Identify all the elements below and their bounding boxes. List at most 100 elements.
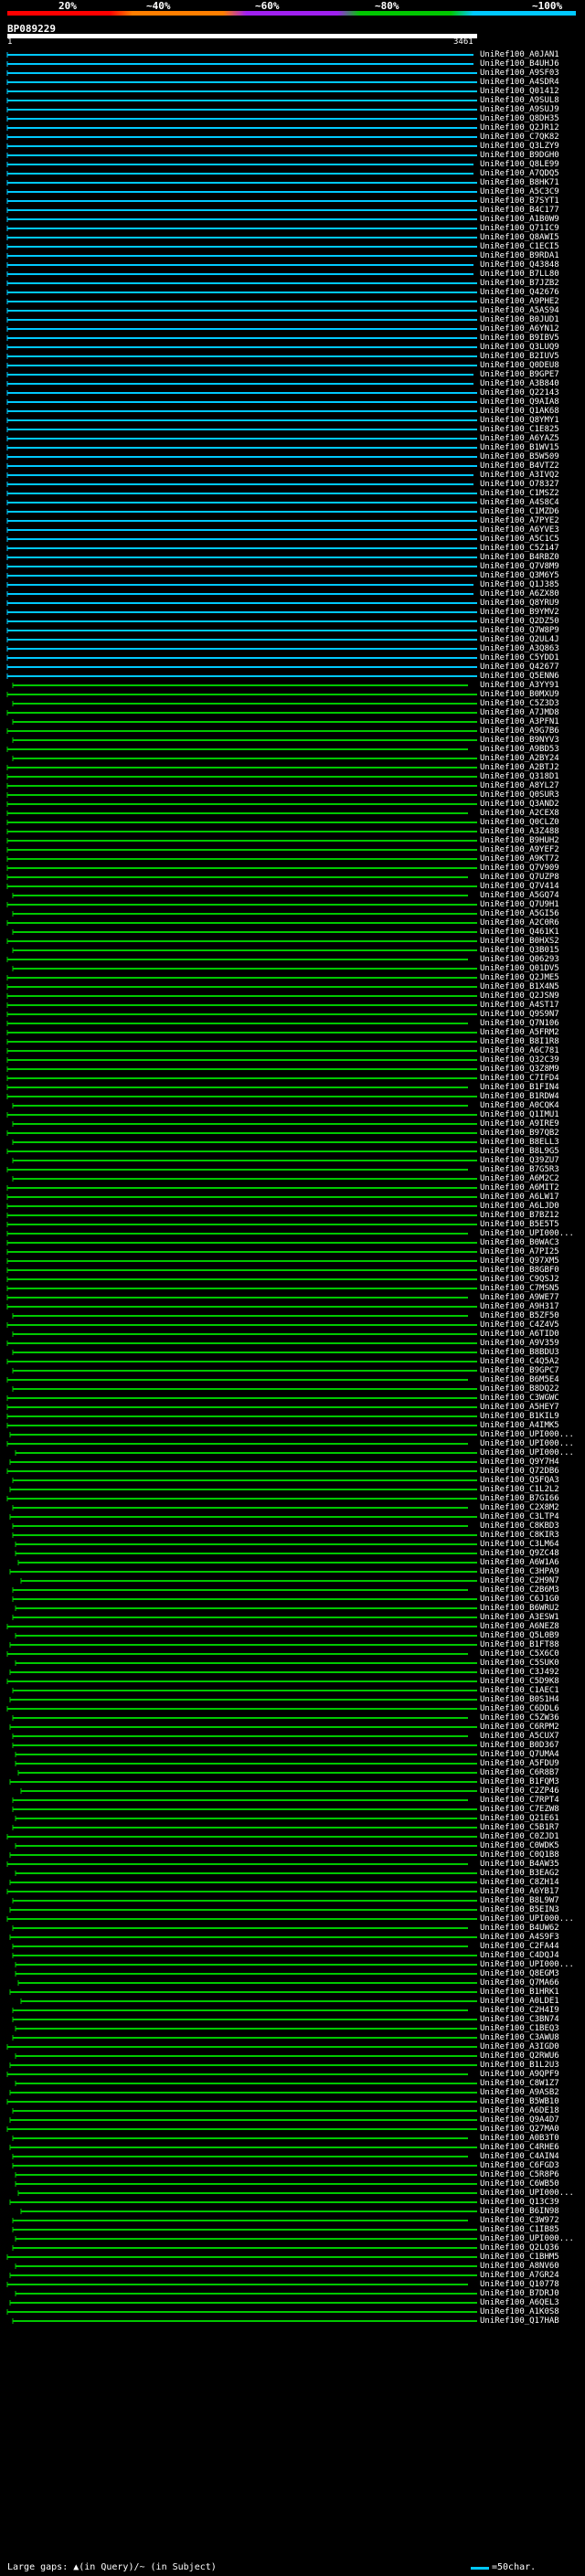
hit-label[interactable]: UniRef100_A5C1C5 xyxy=(480,535,559,544)
hit-label[interactable]: UniRef100_B1WV15 xyxy=(480,443,559,452)
hit-label[interactable]: UniRef100_Q71IC9 xyxy=(480,224,559,233)
hit-label[interactable]: UniRef100_Q22143 xyxy=(480,388,559,398)
hit-label[interactable]: UniRef100_C5B1R7 xyxy=(480,1823,559,1832)
hit-label[interactable]: UniRef100_C1ECI5 xyxy=(480,242,559,251)
hit-label[interactable]: UniRef100_B9DGH0 xyxy=(480,151,559,160)
hit-label[interactable]: UniRef100_A2CEX8 xyxy=(480,809,559,818)
hit-label[interactable]: UniRef100_B4C177 xyxy=(480,206,559,215)
hit-label[interactable]: UniRef100_A2C0R6 xyxy=(480,918,559,928)
hit-label[interactable]: UniRef100_Q7U9H1 xyxy=(480,900,559,909)
hit-label[interactable]: UniRef100_C8ZH14 xyxy=(480,1878,559,1887)
hit-label[interactable]: UniRef100_B9IBV5 xyxy=(480,334,559,343)
hit-label[interactable]: UniRef100_A9QPF9 xyxy=(480,2070,559,2079)
hit-label[interactable]: UniRef100_A6M2C2 xyxy=(480,1174,559,1183)
hit-label[interactable]: UniRef100_A6YAZ5 xyxy=(480,434,559,443)
hit-label[interactable]: UniRef100_C3LTP4 xyxy=(480,1512,559,1521)
hit-label[interactable]: UniRef100_Q7W8P9 xyxy=(480,626,559,635)
hit-label[interactable]: UniRef100_A6DE18 xyxy=(480,2106,559,2115)
hit-label[interactable]: UniRef100_B2IUV5 xyxy=(480,352,559,361)
hit-label[interactable]: UniRef100_B1HRK1 xyxy=(480,1988,559,1997)
hit-label[interactable]: UniRef100_C2FA44 xyxy=(480,1942,559,1951)
hit-label[interactable]: UniRef100_B9YMV2 xyxy=(480,608,559,617)
hit-label[interactable]: UniRef100_A3YY91 xyxy=(480,681,559,690)
hit-label[interactable]: UniRef100_C9QSJ2 xyxy=(480,1275,559,1284)
hit-label[interactable]: UniRef100_UPI000... xyxy=(480,1430,574,1439)
hit-label[interactable]: UniRef100_A9KT72 xyxy=(480,854,559,864)
hit-label[interactable]: UniRef100_A6MIT2 xyxy=(480,1183,559,1193)
hit-label[interactable]: UniRef100_A0LDE1 xyxy=(480,1997,559,2006)
hit-label[interactable]: UniRef100_A9YEF2 xyxy=(480,845,559,854)
hit-label[interactable]: UniRef100_Q9ZC48 xyxy=(480,1549,559,1558)
hit-label[interactable]: UniRef100_B8DQ22 xyxy=(480,1384,559,1394)
hit-label[interactable]: UniRef100_B4AW35 xyxy=(480,1860,559,1869)
hit-label[interactable]: UniRef100_A9SUJ9 xyxy=(480,105,559,114)
hit-label[interactable]: UniRef100_B7LL80 xyxy=(480,270,559,279)
hit-label[interactable]: UniRef100_Q3LUQ9 xyxy=(480,343,559,352)
hit-label[interactable]: UniRef100_A3IVQ2 xyxy=(480,471,559,480)
hit-label[interactable]: UniRef100_Q7UZP8 xyxy=(480,873,559,882)
hit-label[interactable]: UniRef100_C1MSZ2 xyxy=(480,489,559,498)
hit-label[interactable]: UniRef100_A5HEY7 xyxy=(480,1403,559,1412)
hit-label[interactable]: UniRef100_Q32C39 xyxy=(480,1055,559,1065)
hit-label[interactable]: UniRef100_A3IGD0 xyxy=(480,2042,559,2051)
hit-label[interactable]: UniRef100_A2BTJ2 xyxy=(480,763,559,772)
hit-label[interactable]: UniRef100_B1KIL9 xyxy=(480,1412,559,1421)
hit-label[interactable]: UniRef100_B1FIN4 xyxy=(480,1083,559,1092)
hit-label[interactable]: UniRef100_C5Z147 xyxy=(480,544,559,553)
hit-label[interactable]: UniRef100_A9IRE9 xyxy=(480,1119,559,1129)
hit-label[interactable]: UniRef100_Q2RWU6 xyxy=(480,2051,559,2061)
hit-label[interactable]: UniRef100_Q7N106 xyxy=(480,1019,559,1028)
hit-label[interactable]: UniRef100_B3EAG2 xyxy=(480,1869,559,1878)
hit-label[interactable]: UniRef100_A5GQ74 xyxy=(480,891,559,900)
hit-label[interactable]: UniRef100_A5FDU9 xyxy=(480,1759,559,1768)
hit-label[interactable]: UniRef100_Q0DEU8 xyxy=(480,361,559,370)
hit-label[interactable]: UniRef100_Q5FQA3 xyxy=(480,1476,559,1485)
hit-label[interactable]: UniRef100_Q17HAB xyxy=(480,2316,559,2326)
hit-label[interactable]: UniRef100_Q10778 xyxy=(480,2280,559,2289)
hit-label[interactable]: UniRef100_B8ELL3 xyxy=(480,1138,559,1147)
hit-label[interactable]: UniRef100_B4UHJ6 xyxy=(480,59,559,69)
hit-label[interactable]: UniRef100_A9BD53 xyxy=(480,745,559,754)
hit-label[interactable]: UniRef100_B7G5R3 xyxy=(480,1165,559,1174)
hit-label[interactable]: UniRef100_A9PHE2 xyxy=(480,297,559,306)
hit-label[interactable]: UniRef100_B8L9G5 xyxy=(480,1147,559,1156)
hit-label[interactable]: UniRef100_B4VTZ2 xyxy=(480,461,559,471)
hit-label[interactable]: UniRef100_A9ASB2 xyxy=(480,2088,559,2097)
hit-label[interactable]: UniRef100_B1FQM3 xyxy=(480,1777,559,1786)
hit-label[interactable]: UniRef100_A0CQK4 xyxy=(480,1101,559,1110)
hit-label[interactable]: UniRef100_A6YB17 xyxy=(480,1887,559,1896)
hit-label[interactable]: UniRef100_Q8AWI5 xyxy=(480,233,559,242)
hit-label[interactable]: UniRef100_Q7V414 xyxy=(480,882,559,891)
hit-label[interactable]: UniRef100_A5C3C9 xyxy=(480,187,559,196)
hit-label[interactable]: UniRef100_A9WE77 xyxy=(480,1293,559,1302)
hit-label[interactable]: UniRef100_C6R8B7 xyxy=(480,1768,559,1777)
hit-label[interactable]: UniRef100_C2H9N7 xyxy=(480,1576,559,1585)
hit-label[interactable]: UniRef100_B5WB10 xyxy=(480,2097,559,2106)
hit-label[interactable]: UniRef100_C5D9K8 xyxy=(480,1677,559,1686)
hit-label[interactable]: UniRef100_C7IFD4 xyxy=(480,1074,559,1083)
hit-label[interactable]: UniRef100_Q2LQ36 xyxy=(480,2243,559,2253)
hit-label[interactable]: UniRef100_Q21E61 xyxy=(480,1814,559,1823)
hit-label[interactable]: UniRef100_A9G7B6 xyxy=(480,726,559,736)
hit-label[interactable]: UniRef100_C2ZP46 xyxy=(480,1786,559,1796)
hit-label[interactable]: UniRef100_C6RPM2 xyxy=(480,1723,559,1732)
hit-label[interactable]: UniRef100_B7SYT1 xyxy=(480,196,559,206)
hit-label[interactable]: UniRef100_B8L9W7 xyxy=(480,1896,559,1905)
hit-label[interactable]: UniRef100_B9RDA1 xyxy=(480,251,559,260)
hit-label[interactable]: UniRef100_A3ESW1 xyxy=(480,1613,559,1622)
hit-label[interactable]: UniRef100_Q2JR12 xyxy=(480,123,559,133)
hit-label[interactable]: UniRef100_B5ZF50 xyxy=(480,1311,559,1320)
hit-label[interactable]: UniRef100_A6LW17 xyxy=(480,1193,559,1202)
hit-label[interactable]: UniRef100_B0JUD1 xyxy=(480,315,559,324)
hit-label[interactable]: UniRef100_Q2JSN9 xyxy=(480,991,559,1001)
hit-label[interactable]: UniRef100_Q8YMY1 xyxy=(480,416,559,425)
hit-label[interactable]: UniRef100_A5CUX7 xyxy=(480,1732,559,1741)
hit-label[interactable]: UniRef100_A6LJD0 xyxy=(480,1202,559,1211)
hit-label[interactable]: UniRef100_Q01DV5 xyxy=(480,964,559,973)
hit-label[interactable]: UniRef100_Q318D1 xyxy=(480,772,559,781)
hit-label[interactable]: UniRef100_C3J492 xyxy=(480,1668,559,1677)
hit-label[interactable]: UniRef100_B6WRU2 xyxy=(480,1604,559,1613)
hit-label[interactable]: UniRef100_A5GI56 xyxy=(480,909,559,918)
hit-label[interactable]: UniRef100_A3Q863 xyxy=(480,644,559,653)
hit-label[interactable]: UniRef100_A1K0S8 xyxy=(480,2307,559,2316)
